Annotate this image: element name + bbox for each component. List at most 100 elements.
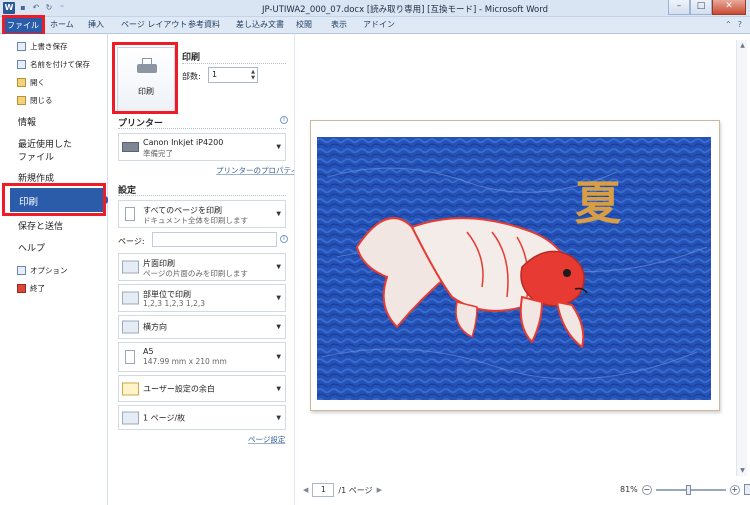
page-navigator: ◀ 1 /1 ページ ▶ (303, 483, 382, 497)
page-total-label: /1 ページ (338, 485, 373, 495)
previous-page-icon[interactable]: ◀ (303, 486, 308, 494)
folder-close-icon (17, 96, 26, 105)
tab-home[interactable]: ホーム (50, 19, 74, 30)
current-page-input[interactable]: 1 (312, 483, 335, 497)
custom-margins-icon (122, 382, 139, 395)
tab-page-layout[interactable]: ページ レイアウト (121, 19, 187, 30)
zoom-level[interactable]: 81% (620, 485, 638, 494)
scroll-up-icon[interactable]: ▲ (738, 41, 747, 50)
help-icon[interactable]: ? (738, 20, 742, 29)
nav-new[interactable]: 新規作成 (18, 171, 54, 184)
nav-print[interactable]: 印刷 (10, 188, 110, 212)
printer-properties-link[interactable]: プリンターのプロパティ (216, 165, 298, 176)
printer-dropdown[interactable]: Canon Inkjet iP4200 準備完了 ▼ (118, 133, 286, 161)
tab-insert[interactable]: 挿入 (88, 19, 104, 30)
chevron-down-icon: ▼ (276, 263, 281, 271)
backstage-nav: 上書き保存 名前を付けて保存 開く 閉じる 情報 最近使用した ファイル 新規作… (0, 34, 108, 505)
nav-info[interactable]: 情報 (18, 115, 36, 128)
customize-qat-icon[interactable]: ⁼ (57, 3, 67, 13)
nav-recent-line2[interactable]: ファイル (18, 150, 54, 163)
zoom-out-icon[interactable]: − (641, 484, 652, 495)
paper-size-icon (125, 350, 135, 364)
tab-view[interactable]: 表示 (331, 19, 347, 30)
nav-save-as[interactable]: 名前を付けて保存 (17, 59, 90, 70)
redo-icon[interactable]: ↻ (44, 3, 54, 13)
chevron-down-icon: ▼ (276, 323, 281, 331)
preview-page: 夏 (310, 120, 720, 411)
nav-options[interactable]: オプション (17, 265, 68, 276)
sides-dropdown[interactable]: 片面印刷 ページの片面のみを印刷します ▼ (118, 253, 286, 281)
title-bar: W ▪ ↶ ↻ ⁼ JP-UTIWA2_000_07.docx [読み取り専用]… (0, 0, 750, 17)
collate-dropdown[interactable]: 部単位で印刷 1,2,3 1,2,3 1,2,3 ▼ (118, 284, 286, 312)
summer-kanji: 夏 (575, 176, 621, 230)
print-section-title: 印刷 (182, 53, 201, 63)
nav-open[interactable]: 開く (17, 77, 45, 88)
nav-save-send[interactable]: 保存と送信 (18, 219, 63, 232)
pages-input[interactable] (152, 232, 277, 247)
page-setup-link[interactable]: ページ設定 (248, 434, 285, 445)
preview-scrollbar[interactable]: ▲ ▼ (736, 40, 747, 476)
copies-input[interactable]: 1 ▲ ▼ (208, 67, 258, 83)
zoom-control: 81% − + (620, 484, 750, 495)
options-icon (17, 266, 26, 275)
undo-icon[interactable]: ↶ (31, 3, 41, 13)
close-window-button[interactable]: ✕ (712, 0, 746, 15)
pages-per-sheet-icon (122, 411, 139, 424)
tab-references[interactable]: 参考資料 (188, 19, 220, 30)
minimize-button[interactable]: – (668, 0, 690, 15)
one-sided-icon (122, 260, 139, 274)
zoom-slider-thumb[interactable] (685, 484, 691, 495)
maximize-button[interactable]: □ (690, 0, 712, 15)
collate-icon (122, 291, 139, 305)
nav-help[interactable]: ヘルプ (18, 241, 45, 254)
printer-small-icon (122, 142, 139, 152)
goldfish-artwork: 夏 (317, 137, 711, 400)
save-icon (17, 42, 26, 51)
window-controls: – □ ✕ (668, 0, 746, 15)
nav-exit[interactable]: 終了 (17, 283, 45, 294)
pages-per-sheet-dropdown[interactable]: 1 ページ/枚 ▼ (118, 405, 286, 430)
ribbon-right-icons: ⌃ ? (725, 20, 742, 29)
zoom-in-icon[interactable]: + (729, 484, 740, 495)
next-page-icon[interactable]: ▶ (377, 486, 382, 494)
zoom-slider[interactable] (655, 484, 726, 495)
pages-label: ページ: (118, 237, 145, 246)
page-icon (125, 207, 135, 221)
save-icon[interactable]: ▪ (18, 3, 28, 13)
nav-recent-line1[interactable]: 最近使用した (18, 137, 72, 150)
exit-icon (17, 284, 26, 293)
chevron-down-icon: ▼ (276, 414, 281, 421)
chevron-down-icon: ▼ (276, 353, 281, 361)
landscape-icon (122, 320, 139, 334)
margins-dropdown[interactable]: ユーザー設定の余白 ▼ (118, 375, 286, 402)
chevron-down-icon: ▼ (276, 385, 281, 392)
info-icon[interactable]: i (280, 235, 288, 243)
printer-icon (137, 58, 157, 74)
ribbon-collapse-icon[interactable]: ⌃ (725, 20, 732, 29)
ribbon-tabs: ファイル ホーム 挿入 ページ レイアウト 参考資料 差し込み文書 校閲 表示 … (0, 17, 750, 34)
chevron-down-icon: ▼ (276, 294, 281, 302)
print-button[interactable]: 印刷 (117, 47, 175, 112)
crayon-water-drawing (317, 137, 711, 400)
scroll-down-icon[interactable]: ▼ (738, 466, 747, 475)
tab-addins[interactable]: アドイン (363, 19, 395, 30)
print-settings-panel: 印刷 印刷 部数: 1 ▲ ▼ プリンター i Canon Inkjet iP42… (108, 34, 298, 505)
save-as-icon (17, 60, 26, 69)
orientation-dropdown[interactable]: 横方向 ▼ (118, 315, 286, 339)
nav-save[interactable]: 上書き保存 (17, 41, 68, 52)
nav-close[interactable]: 閉じる (17, 95, 53, 106)
copies-spinner-icon[interactable]: ▲ ▼ (251, 69, 255, 81)
folder-open-icon (17, 78, 26, 87)
paper-size-dropdown[interactable]: A5 147.99 mm x 210 mm ▼ (118, 342, 286, 372)
tab-mailings[interactable]: 差し込み文書 (236, 19, 284, 30)
word-app-icon[interactable]: W (3, 2, 15, 14)
copies-label: 部数: (182, 72, 201, 81)
window-title: JP-UTIWA2_000_07.docx [読み取り専用] [互換モード] -… (261, 5, 548, 15)
tab-review[interactable]: 校閲 (296, 19, 312, 30)
tab-file[interactable]: ファイル (4, 18, 42, 33)
info-icon[interactable]: i (280, 116, 288, 124)
chevron-down-icon: ▼ (276, 143, 281, 151)
zoom-to-page-icon[interactable] (743, 484, 750, 495)
print-range-dropdown[interactable]: すべてのページを印刷 ドキュメント全体を印刷します ▼ (118, 200, 286, 228)
quick-access-toolbar: W ▪ ↶ ↻ ⁼ (3, 2, 67, 14)
